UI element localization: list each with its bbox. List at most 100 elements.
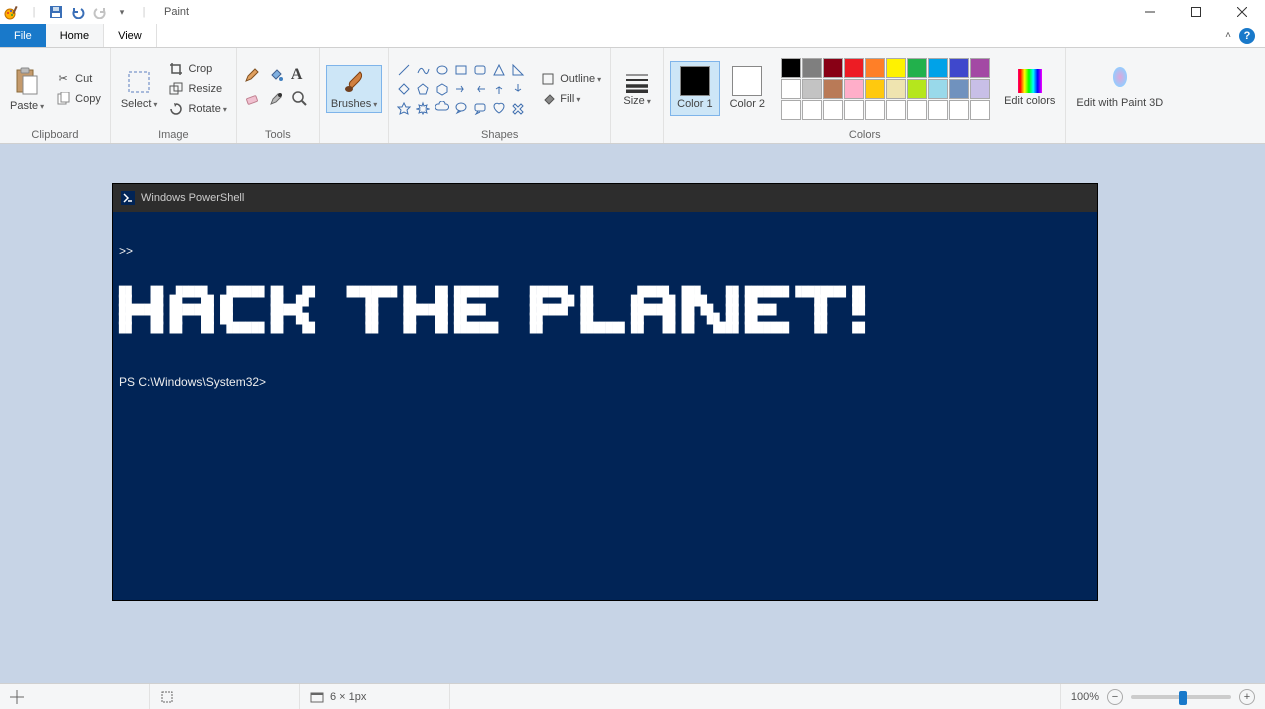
group-image: Select Crop Resize Rotate Image — [111, 48, 237, 143]
magnifier-tool[interactable] — [291, 90, 313, 112]
color-swatch[interactable] — [823, 58, 843, 78]
maximize-button[interactable] — [1173, 0, 1219, 24]
color-swatch[interactable] — [802, 79, 822, 99]
color1-button[interactable]: Color 1 — [670, 61, 719, 115]
color-swatch[interactable] — [970, 100, 990, 120]
redo-icon[interactable] — [92, 4, 108, 20]
zoom-slider[interactable] — [1131, 695, 1231, 699]
picker-tool[interactable] — [267, 90, 289, 112]
color-swatch[interactable] — [949, 58, 969, 78]
qat-customize-icon[interactable]: ▾ — [114, 4, 130, 20]
shapes-gallery[interactable] — [395, 61, 527, 117]
text-tool[interactable]: A — [291, 66, 313, 88]
canvas-area[interactable]: Windows PowerShell >> ██ ██ █████ ██████… — [0, 144, 1265, 683]
zoom-in-button[interactable]: + — [1239, 689, 1255, 705]
color-swatch[interactable] — [865, 100, 885, 120]
save-icon[interactable] — [48, 4, 64, 20]
paste-button[interactable]: Paste — [6, 64, 48, 114]
outline-icon — [540, 71, 556, 87]
color-swatch[interactable] — [865, 58, 885, 78]
ascii-art-banner: ██ ██ █████ ██████ ██ ██ ████████ ██ ██ … — [119, 288, 1140, 333]
edit-colors-button[interactable]: Edit colors — [1000, 67, 1059, 109]
group-clipboard: Paste ✂Cut Copy Clipboard — [0, 48, 111, 143]
color-swatch[interactable] — [781, 79, 801, 99]
crop-button[interactable]: Crop — [165, 60, 229, 78]
status-bar: 6 × 1px 100% − + — [0, 683, 1265, 709]
color-swatch[interactable] — [928, 100, 948, 120]
tab-file[interactable]: File — [0, 24, 46, 47]
tab-home[interactable]: Home — [46, 24, 104, 47]
size-button[interactable]: Size — [617, 69, 657, 109]
color-swatch[interactable] — [865, 79, 885, 99]
color2-swatch — [732, 66, 762, 96]
prompt-marker: >> — [119, 244, 1091, 258]
color-swatch[interactable] — [781, 100, 801, 120]
color-swatch[interactable] — [802, 100, 822, 120]
powershell-window-image: Windows PowerShell >> ██ ██ █████ ██████… — [113, 184, 1097, 600]
crosshair-icon — [10, 690, 24, 704]
paint-app-icon — [4, 4, 20, 20]
color-swatch[interactable] — [886, 100, 906, 120]
help-icon[interactable]: ? — [1239, 28, 1255, 44]
ribbon: Paste ✂Cut Copy Clipboard Select Crop Re… — [0, 48, 1265, 144]
group-brushes: Brushes — [320, 48, 389, 143]
color-swatch[interactable] — [844, 100, 864, 120]
color-swatch[interactable] — [907, 100, 927, 120]
ribbon-collapse-icon[interactable]: ˄ — [1225, 30, 1231, 41]
color-swatch[interactable] — [823, 100, 843, 120]
powershell-icon — [121, 191, 135, 205]
color-swatch[interactable] — [970, 58, 990, 78]
crop-icon — [168, 61, 184, 77]
rotate-icon — [168, 101, 184, 117]
zoom-out-button[interactable]: − — [1107, 689, 1123, 705]
fill-tool[interactable] — [267, 66, 289, 88]
color-swatch[interactable] — [928, 58, 948, 78]
color-swatch[interactable] — [844, 58, 864, 78]
tab-view[interactable]: View — [104, 24, 157, 47]
color1-swatch — [680, 66, 710, 96]
group-paint3d: Edit with Paint 3D — [1066, 48, 1173, 143]
resize-button[interactable]: Resize — [165, 80, 229, 98]
color-swatch[interactable] — [907, 79, 927, 99]
eraser-tool[interactable] — [243, 90, 265, 112]
cut-button[interactable]: ✂Cut — [52, 70, 104, 88]
copy-button[interactable]: Copy — [52, 90, 104, 108]
group-shapes: Outline Fill Shapes — [389, 48, 611, 143]
color-swatch[interactable] — [823, 79, 843, 99]
resize-icon — [168, 81, 184, 97]
selection-icon — [160, 690, 174, 704]
color-swatch[interactable] — [886, 58, 906, 78]
undo-icon[interactable] — [70, 4, 86, 20]
scissors-icon: ✂ — [55, 71, 71, 87]
shape-fill-button[interactable]: Fill — [537, 90, 604, 108]
close-button[interactable] — [1219, 0, 1265, 24]
ps-prompt: PS C:\Windows\System32> — [119, 375, 1091, 389]
rotate-button[interactable]: Rotate — [165, 100, 229, 118]
shape-outline-button[interactable]: Outline — [537, 70, 604, 88]
color2-button[interactable]: Color 2 — [724, 62, 771, 114]
rainbow-icon — [1018, 69, 1042, 93]
minimize-button[interactable] — [1127, 0, 1173, 24]
color-swatch[interactable] — [781, 58, 801, 78]
select-button[interactable]: Select — [117, 66, 162, 112]
color-swatch[interactable] — [970, 79, 990, 99]
pencil-tool[interactable] — [243, 66, 265, 88]
color-swatch[interactable] — [844, 79, 864, 99]
selection-size-cell — [150, 684, 300, 709]
color-swatch[interactable] — [907, 58, 927, 78]
paint3d-button[interactable]: Edit with Paint 3D — [1072, 65, 1167, 111]
canvas-size-cell: 6 × 1px — [300, 684, 450, 709]
group-colors: Color 1 Color 2 Edit colors Colors — [664, 48, 1066, 143]
group-tools: A Tools — [237, 48, 320, 143]
color-swatch[interactable] — [886, 79, 906, 99]
color-swatch[interactable] — [802, 58, 822, 78]
color-swatch[interactable] — [949, 100, 969, 120]
canvas-size-icon — [310, 690, 324, 704]
color-swatch[interactable] — [949, 79, 969, 99]
ribbon-tabs: File Home View ˄ ? — [0, 24, 1265, 48]
title-bar: | ▾ | Paint — [0, 0, 1265, 24]
color-swatch[interactable] — [928, 79, 948, 99]
brushes-button[interactable]: Brushes — [326, 65, 382, 113]
copy-icon — [55, 91, 71, 107]
cursor-position-cell — [0, 684, 150, 709]
